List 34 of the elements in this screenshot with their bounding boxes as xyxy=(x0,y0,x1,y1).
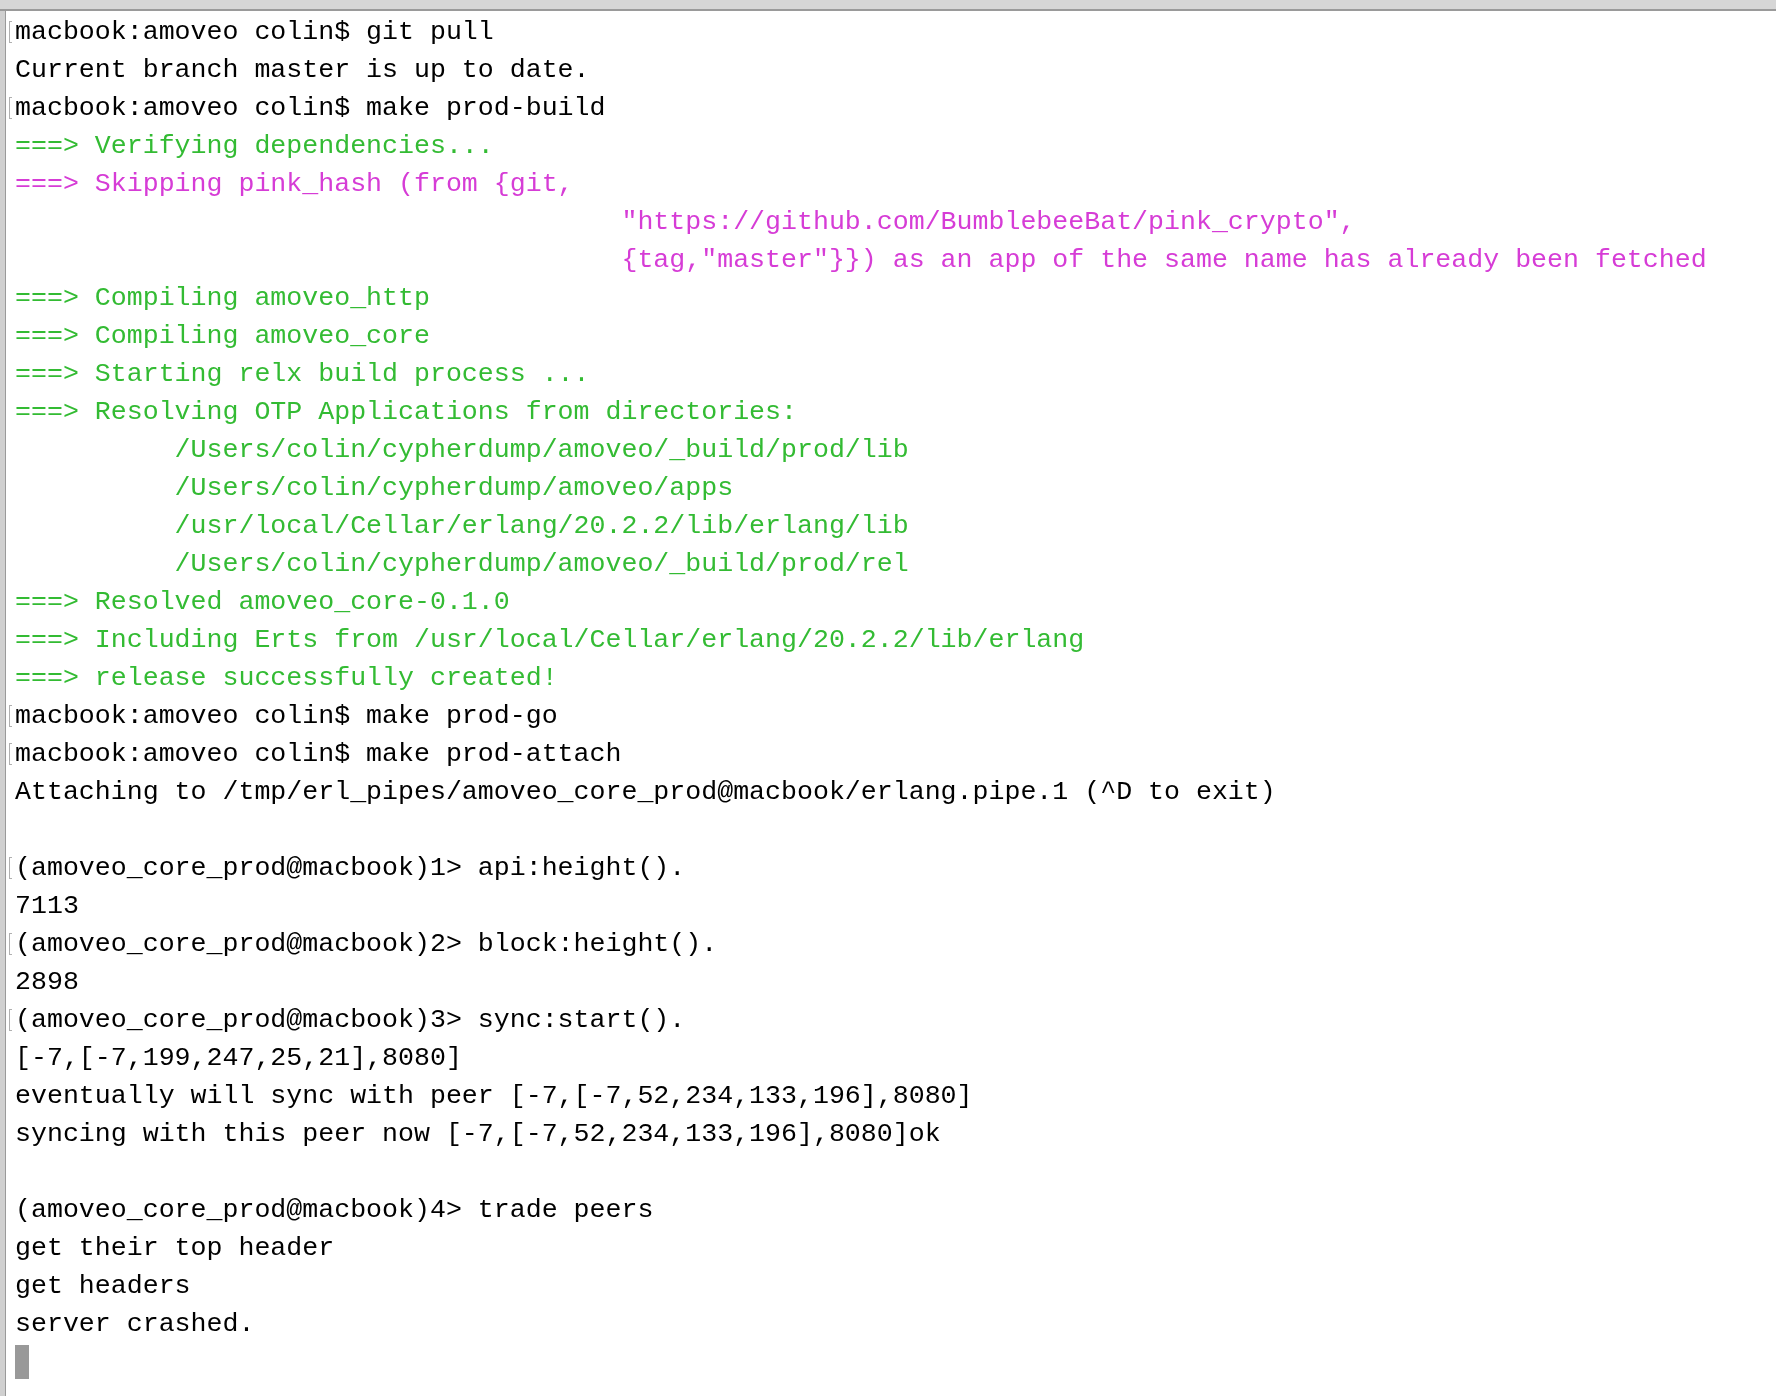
build-info-line: /Users/colin/cypherdump/amoveo/apps xyxy=(173,472,734,505)
build-warning-line: ===> Skipping pink_hash (from {git, xyxy=(15,168,574,201)
build-info-line: ===> release successfully created! xyxy=(15,662,558,695)
build-info-line: /Users/colin/cypherdump/amoveo/_build/prod/rel xyxy=(173,548,909,581)
build-info-line: ===> Resolving OTP Applications from directories: xyxy=(15,396,797,429)
command-line: (amoveo_core_prod@macbook)3> sync:start(). xyxy=(15,1004,686,1037)
output-line: server crashed. xyxy=(15,1308,255,1341)
output-line: get headers xyxy=(15,1270,191,1303)
build-info-line: ===> Compiling amoveo_core xyxy=(15,320,430,353)
output-line: syncing with this peer now [-7,[-7,52,234,133,196],8080]ok xyxy=(15,1118,941,1151)
build-info-line: ===> Starting relx build process ... xyxy=(15,358,590,391)
build-warning-line: {tag,"master"}}) as an app of the same name has already been fetched xyxy=(620,244,1707,277)
output-line: Current branch master is up to date. xyxy=(15,54,590,87)
terminal-cursor xyxy=(15,1345,29,1379)
build-info-line: ===> Compiling amoveo_http xyxy=(15,282,430,315)
build-info-line: /usr/local/Cellar/erlang/20.2.2/lib/erlang/lib xyxy=(173,510,909,543)
command-line: macbook:amoveo colin$ make prod-go xyxy=(15,700,558,733)
output-line: get their top header xyxy=(15,1232,335,1265)
output-line: [-7,[-7,199,247,25,21],8080] xyxy=(15,1042,462,1075)
build-info-line: ===> Resolved amoveo_core-0.1.0 xyxy=(15,586,510,619)
command-line: macbook:amoveo colin$ git pull xyxy=(15,16,494,49)
output-line: Attaching to /tmp/erl_pipes/amoveo_core_prod@macbook/erlang.pipe.1 (^D to exit) xyxy=(15,776,1276,809)
command-line: (amoveo_core_prod@macbook)2> block:height(). xyxy=(15,928,718,961)
command-line: macbook:amoveo colin$ make prod-attach xyxy=(15,738,622,771)
output-line: 2898 xyxy=(15,966,79,999)
build-info-line: ===> Verifying dependencies... xyxy=(15,130,494,163)
command-line: (amoveo_core_prod@macbook)1> api:height(). xyxy=(15,852,686,885)
output-line: 7113 xyxy=(15,890,79,923)
output-line: eventually will sync with peer [-7,[-7,52,234,133,196],8080] xyxy=(15,1080,973,1113)
command-line: (amoveo_core_prod@macbook)4> trade peers xyxy=(15,1194,654,1227)
build-info-line: ===> Including Erts from /usr/local/Cellar/erlang/20.2.2/lib/erlang xyxy=(15,624,1085,657)
build-info-line: /Users/colin/cypherdump/amoveo/_build/prod/lib xyxy=(173,434,909,467)
command-line: macbook:amoveo colin$ make prod-build xyxy=(15,92,606,125)
build-warning-line: "https://github.com/BumblebeeBat/pink_crypto", xyxy=(620,206,1356,239)
